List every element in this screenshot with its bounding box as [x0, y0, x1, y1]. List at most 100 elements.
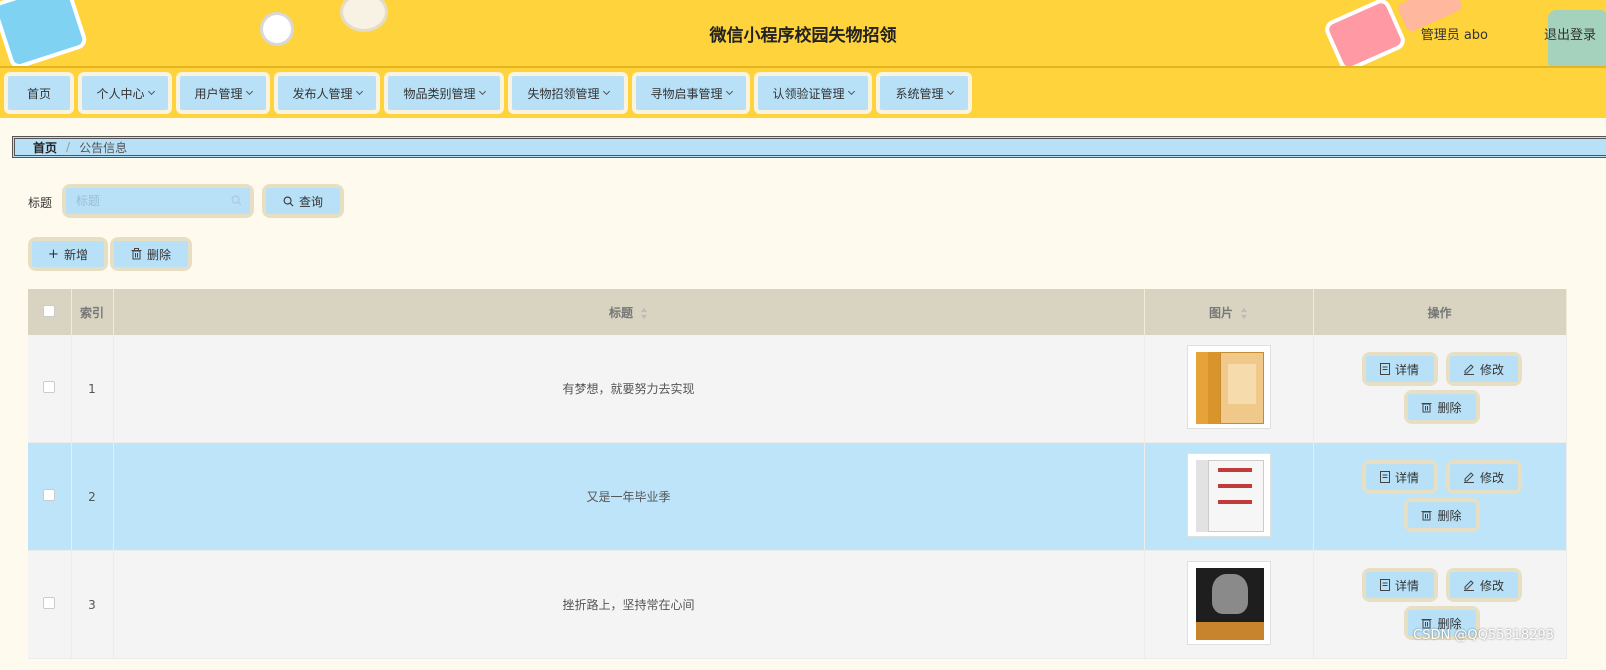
chevron-down-icon — [245, 87, 253, 96]
row-index: 3 — [71, 550, 114, 659]
watermark: CSDN @QQ55318293 — [1413, 628, 1554, 643]
edit-button[interactable]: 修改 — [1445, 352, 1522, 386]
edit-pencil-icon — [1463, 472, 1474, 483]
table-row: 3 挫折路上，坚持常在心间 详情 修改 删除 — [28, 550, 1567, 659]
column-header-ops: 操作 — [1313, 289, 1567, 335]
detail-button-label: 详情 — [1394, 362, 1419, 377]
book-cover-image — [1186, 453, 1271, 537]
nav-item-system-management[interactable]: 系统管理 — [876, 72, 972, 114]
search-icon — [283, 196, 294, 206]
nav-label: 认领验证管理 — [772, 86, 845, 101]
add-button[interactable]: + 新增 — [28, 237, 108, 271]
row-checkbox[interactable] — [43, 381, 56, 393]
column-header-title[interactable]: 标题 — [113, 289, 1145, 335]
document-icon — [1379, 363, 1390, 375]
book-cover-image — [1186, 561, 1271, 645]
nav-label: 首页 — [26, 86, 51, 101]
detail-button-label: 详情 — [1394, 470, 1419, 485]
detail-button[interactable]: 详情 — [1361, 460, 1438, 494]
row-select-cell — [28, 335, 72, 443]
delete-button-label: 删除 — [1437, 508, 1462, 523]
batch-delete-button[interactable]: 删除 — [110, 237, 192, 271]
column-header-image-label: 图片 — [1208, 305, 1233, 320]
main-nav: 首页 个人中心 用户管理 发布人管理 物品类别管理 失物招领管理 寻物启事管理 … — [0, 68, 1606, 118]
nav-label: 寻物启事管理 — [650, 86, 723, 101]
row-title: 有梦想，就要努力去实现 — [113, 335, 1145, 443]
chevron-down-icon — [355, 87, 363, 96]
sort-icon[interactable] — [641, 307, 648, 319]
row-checkbox[interactable] — [43, 597, 56, 609]
search-icon — [231, 195, 242, 206]
chevron-down-icon — [602, 87, 610, 96]
book-cover-image — [1186, 345, 1271, 429]
nav-item-lost-notice-management[interactable]: 寻物启事管理 — [632, 72, 750, 114]
edit-button[interactable]: 修改 — [1445, 460, 1522, 494]
table-header-row: 索引 标题 图片 操作 — [28, 289, 1567, 335]
chevron-down-icon — [147, 87, 155, 96]
search-label: 标题 — [28, 196, 53, 210]
search-button-label: 查询 — [298, 194, 323, 209]
trash-icon — [1421, 511, 1432, 521]
row-title: 挫折路上，坚持常在心间 — [113, 550, 1145, 659]
edit-pencil-icon — [1463, 580, 1474, 591]
row-select-cell — [28, 550, 72, 659]
nav-item-publisher-management[interactable]: 发布人管理 — [274, 72, 380, 114]
search-field — [62, 184, 254, 218]
chevron-down-icon — [847, 87, 855, 96]
edit-button-label: 修改 — [1479, 362, 1504, 377]
header: 微信小程序校园失物招领 管理员 abo 退出登录 — [0, 0, 1606, 68]
detail-button[interactable]: 详情 — [1361, 568, 1438, 602]
table-row: 1 有梦想，就要努力去实现 详情 修改 删除 — [28, 335, 1567, 443]
row-title: 又是一年毕业季 — [113, 442, 1145, 551]
column-header-title-label: 标题 — [608, 305, 633, 320]
column-header-image[interactable]: 图片 — [1144, 289, 1314, 335]
plus-icon: + — [48, 246, 59, 262]
trash-icon — [1421, 403, 1432, 413]
document-icon — [1379, 471, 1390, 483]
nav-label: 失物招领管理 — [527, 86, 600, 101]
nav-item-lost-found-management[interactable]: 失物招领管理 — [508, 72, 628, 114]
edit-button-label: 修改 — [1479, 578, 1504, 593]
row-ops-cell: 详情 修改 删除 — [1313, 335, 1567, 443]
nav-item-personal-center[interactable]: 个人中心 — [78, 72, 172, 114]
table-row: 2 又是一年毕业季 详情 修改 删除 — [28, 442, 1567, 551]
breadcrumb-current: 公告信息 — [79, 140, 128, 155]
row-image-cell — [1144, 442, 1314, 551]
search-button[interactable]: 查询 — [262, 184, 344, 218]
edit-pencil-icon — [1463, 364, 1474, 375]
column-header-index: 索引 — [71, 289, 114, 335]
breadcrumb-separator: / — [66, 140, 71, 154]
logout-link[interactable]: 退出登录 — [1544, 24, 1596, 43]
nav-label: 系统管理 — [895, 86, 944, 101]
delete-button-label: 删除 — [1437, 400, 1462, 415]
row-select-cell — [28, 442, 72, 551]
sort-icon[interactable] — [1241, 307, 1248, 319]
search-input[interactable] — [66, 188, 250, 214]
add-button-label: 新增 — [63, 247, 88, 262]
delete-button[interactable]: 删除 — [1403, 498, 1480, 532]
batch-delete-label: 删除 — [146, 247, 171, 262]
select-all-cell — [28, 289, 72, 335]
row-ops-cell: 详情 修改 删除 — [1313, 442, 1567, 551]
chevron-down-icon — [725, 87, 733, 96]
nav-item-claim-verification[interactable]: 认领验证管理 — [754, 72, 872, 114]
nav-item-user-management[interactable]: 用户管理 — [176, 72, 270, 114]
detail-button[interactable]: 详情 — [1361, 352, 1438, 386]
chevron-down-icon — [478, 87, 486, 96]
document-icon — [1379, 579, 1390, 591]
chevron-down-icon — [946, 87, 954, 96]
delete-button[interactable]: 删除 — [1403, 390, 1480, 424]
trash-icon — [131, 248, 142, 260]
edit-button[interactable]: 修改 — [1445, 568, 1522, 602]
nav-label: 发布人管理 — [292, 86, 353, 101]
row-checkbox[interactable] — [43, 489, 56, 501]
row-image-cell — [1144, 335, 1314, 443]
breadcrumb-home[interactable]: 首页 — [33, 139, 57, 156]
nav-label: 用户管理 — [194, 86, 243, 101]
select-all-checkbox[interactable] — [43, 304, 56, 317]
nav-item-home[interactable]: 首页 — [4, 72, 74, 114]
edit-button-label: 修改 — [1479, 470, 1504, 485]
row-index: 1 — [71, 335, 114, 443]
row-index: 2 — [71, 442, 114, 551]
nav-item-category-management[interactable]: 物品类别管理 — [384, 72, 504, 114]
